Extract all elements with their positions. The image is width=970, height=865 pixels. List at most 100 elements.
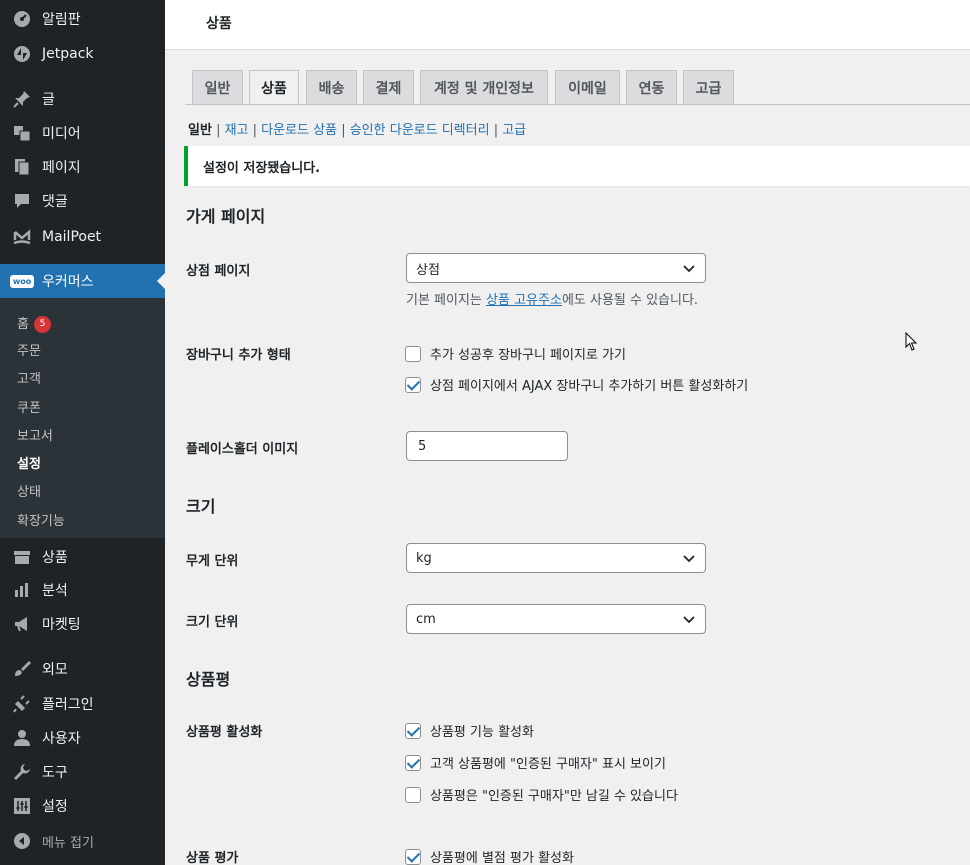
sidebar-item-media[interactable]: 미디어 xyxy=(0,116,165,150)
wrench-icon xyxy=(12,762,32,782)
pin-icon xyxy=(12,89,32,109)
sidebar-item-comments[interactable]: 댓글 xyxy=(0,184,165,218)
verified-only-reviews-checkbox[interactable] xyxy=(405,786,421,803)
enable-reviews-checkbox[interactable] xyxy=(405,722,421,739)
sidebar-item-woocommerce[interactable]: woo 우커머스 xyxy=(0,264,165,298)
placeholder-image-input[interactable]: 5 xyxy=(406,431,568,461)
weight-unit-label: 무게 단위 xyxy=(186,554,239,569)
placeholder-image-label: 플레이스홀더 이미지 xyxy=(186,442,299,457)
verified-owner-label-checkbox[interactable] xyxy=(405,754,421,771)
submenu-item-reports[interactable]: 보고서 xyxy=(17,425,53,444)
submenu-item-settings[interactable]: 설정 xyxy=(17,453,41,472)
redirect-to-cart-option[interactable]: 추가 성공후 장바구니 페이지로 가기 xyxy=(405,344,626,363)
notice-text: 설정이 저장됐습니다. xyxy=(203,160,321,176)
sidebar-item-label: 상품 xyxy=(42,550,68,566)
submenu-item-home[interactable]: 홈5 xyxy=(17,313,51,333)
sidebar-item-analytics[interactable]: 분석 xyxy=(0,573,165,607)
woocommerce-badge: woo xyxy=(9,274,35,288)
comments-icon xyxy=(12,191,32,211)
product-permalink-link[interactable]: 상품 고유주소 xyxy=(486,293,562,308)
sidebar-item-posts[interactable]: 글 xyxy=(0,82,165,116)
sidebar-item-products[interactable]: 상품 xyxy=(0,540,165,574)
sidebar-item-label: 도구 xyxy=(42,765,68,781)
subnav-inventory[interactable]: 재고 xyxy=(225,123,249,138)
enable-reviews-option[interactable]: 상품평 기능 활성화 xyxy=(405,721,534,740)
admin-sidebar: 알림판 Jetpack 글 미디어 페이지 댓글 MailPoet woo 우커… xyxy=(0,0,165,865)
sidebar-item-mailpoet[interactable]: MailPoet xyxy=(0,220,165,254)
sidebar-item-label: 댓글 xyxy=(42,194,68,210)
sidebar-item-label: 분석 xyxy=(42,583,68,599)
sidebar-item-dashboard[interactable]: 알림판 xyxy=(0,2,165,36)
submenu-item-status[interactable]: 상태 xyxy=(17,481,41,500)
sidebar-item-settings[interactable]: 설정 xyxy=(0,789,165,823)
sidebar-item-label: 메뉴 접기 xyxy=(42,835,94,851)
tab-products[interactable]: 상품 xyxy=(249,70,299,105)
mailpoet-icon xyxy=(12,227,32,247)
subnav-general[interactable]: 일반 xyxy=(188,123,212,138)
tab-emails[interactable]: 이메일 xyxy=(555,70,620,104)
sidebar-item-plugins[interactable]: 플러그인 xyxy=(0,687,165,721)
tab-general[interactable]: 일반 xyxy=(192,70,243,104)
collapse-menu-button[interactable]: 메뉴 접기 xyxy=(0,824,165,858)
mouse-cursor-icon xyxy=(905,332,918,351)
tab-accounts-privacy[interactable]: 계정 및 개인정보 xyxy=(420,70,548,104)
megaphone-icon xyxy=(12,614,32,634)
dimension-unit-label: 크기 단위 xyxy=(186,615,239,630)
sidebar-item-tools[interactable]: 도구 xyxy=(0,755,165,789)
settings-icon xyxy=(12,796,32,816)
subnav-download-dirs[interactable]: 승인한 다운로드 디렉터리 xyxy=(350,123,490,138)
star-ratings-option[interactable]: 상품평에 별점 평가 활성화 xyxy=(405,847,574,865)
sidebar-item-users[interactable]: 사용자 xyxy=(0,721,165,755)
chevron-down-icon xyxy=(683,265,695,273)
section-heading-reviews: 상품평 xyxy=(186,670,231,689)
sidebar-item-jetpack[interactable]: Jetpack xyxy=(0,37,165,71)
star-ratings-checkbox[interactable] xyxy=(405,848,421,865)
ajax-add-to-cart-checkbox[interactable] xyxy=(405,376,421,393)
shop-page-label: 상점 페이지 xyxy=(186,264,251,279)
sidebar-item-label: 사용자 xyxy=(42,731,81,747)
shop-page-value: 상점 xyxy=(416,262,440,278)
products-icon xyxy=(12,547,32,567)
plugin-icon xyxy=(12,694,32,714)
verified-owner-label-option[interactable]: 고객 상품평에 "인증된 구매자" 표시 보이기 xyxy=(405,753,666,772)
collapse-icon xyxy=(12,831,32,851)
submenu-item-coupons[interactable]: 쿠폰 xyxy=(17,397,41,416)
shop-page-select[interactable]: 상점 xyxy=(406,253,706,283)
section-heading-dimensions: 크기 xyxy=(186,497,216,516)
sidebar-item-label: 마켓팅 xyxy=(42,617,81,633)
weight-unit-select[interactable]: kg xyxy=(406,543,706,573)
subnav-downloadable[interactable]: 다운로드 상품 xyxy=(261,123,337,138)
tab-integration[interactable]: 연동 xyxy=(626,70,677,104)
sidebar-item-pages[interactable]: 페이지 xyxy=(0,150,165,184)
page-title: 상품 xyxy=(206,16,232,32)
page-header: 상품 xyxy=(165,0,970,50)
product-ratings-label: 상품 평가 xyxy=(186,851,239,865)
redirect-to-cart-checkbox[interactable] xyxy=(405,345,421,362)
tab-shipping[interactable]: 배송 xyxy=(306,70,357,104)
success-notice: 설정이 저장됐습니다. xyxy=(184,146,970,186)
sidebar-item-label: 외모 xyxy=(42,662,68,678)
sidebar-item-label: Jetpack xyxy=(42,46,94,62)
dashboard-icon xyxy=(12,9,32,29)
sidebar-item-appearance[interactable]: 외모 xyxy=(0,652,165,686)
tab-advanced[interactable]: 고급 xyxy=(683,70,734,104)
verified-only-reviews-option[interactable]: 상품평은 "인증된 구매자"만 남길 수 있습니다 xyxy=(405,785,678,804)
subnav-advanced[interactable]: 고급 xyxy=(502,123,526,138)
submenu-item-customers[interactable]: 고객 xyxy=(17,368,41,387)
section-heading-shop-pages: 가게 페이지 xyxy=(186,207,266,226)
sidebar-item-label: 설정 xyxy=(42,799,68,815)
sidebar-item-label: 알림판 xyxy=(42,12,81,28)
brush-icon xyxy=(12,659,32,679)
chevron-down-icon xyxy=(683,555,695,563)
woocommerce-submenu: 홈5 주문 고객 쿠폰 보고서 설정 상태 확장기능 xyxy=(0,298,165,538)
woocommerce-icon: woo xyxy=(9,271,35,291)
sidebar-item-label: 우커머스 xyxy=(42,274,94,290)
pages-icon xyxy=(12,157,32,177)
sidebar-item-marketing[interactable]: 마켓팅 xyxy=(0,607,165,641)
dimension-unit-select[interactable]: cm xyxy=(406,604,706,634)
media-icon xyxy=(12,123,32,143)
ajax-add-to-cart-option[interactable]: 상점 페이지에서 AJAX 장바구니 추가하기 버튼 활성화하기 xyxy=(405,375,748,394)
submenu-item-extensions[interactable]: 확장기능 xyxy=(17,510,65,529)
tab-payments[interactable]: 결제 xyxy=(363,70,414,104)
submenu-item-orders[interactable]: 주문 xyxy=(17,340,41,359)
